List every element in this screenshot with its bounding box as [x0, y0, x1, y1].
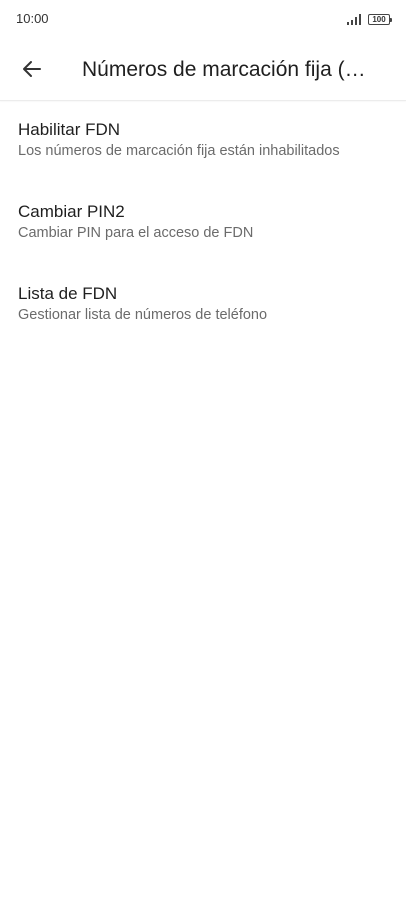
battery-level: 100 [372, 14, 386, 24]
arrow-left-icon [23, 61, 41, 77]
status-time: 10:00 [16, 11, 49, 26]
pref-title: Lista de FDN [18, 284, 118, 303]
app-bar: Números de marcación fija (SIM) [0, 38, 406, 101]
status-bar: 10:00 100 [0, 0, 406, 38]
pref-enable-fdn[interactable]: Habilitar FDN Los números de marcación f… [0, 101, 406, 183]
back-button[interactable] [10, 47, 54, 91]
pref-summary: Los números de marcación fija están inha… [18, 143, 340, 159]
pref-title: Cambiar PIN2 [18, 202, 125, 221]
pref-summary: Cambiar PIN para el acceso de FDN [18, 225, 254, 241]
pref-title: Habilitar FDN [18, 120, 121, 139]
signal-bars-icon [347, 14, 361, 25]
pref-fdn-list[interactable]: Lista de FDN Gestionar lista de números … [0, 265, 406, 347]
pref-change-pin2[interactable]: Cambiar PIN2 Cambiar PIN para el acceso … [0, 183, 406, 265]
page-title: Números de marcación fija (SIM) [82, 58, 376, 81]
status-icons: 100 [346, 12, 392, 26]
settings-list: Habilitar FDN Los números de marcación f… [0, 101, 406, 347]
pref-summary: Gestionar lista de números de teléfono [18, 307, 268, 323]
battery-icon: 100 [368, 13, 392, 25]
